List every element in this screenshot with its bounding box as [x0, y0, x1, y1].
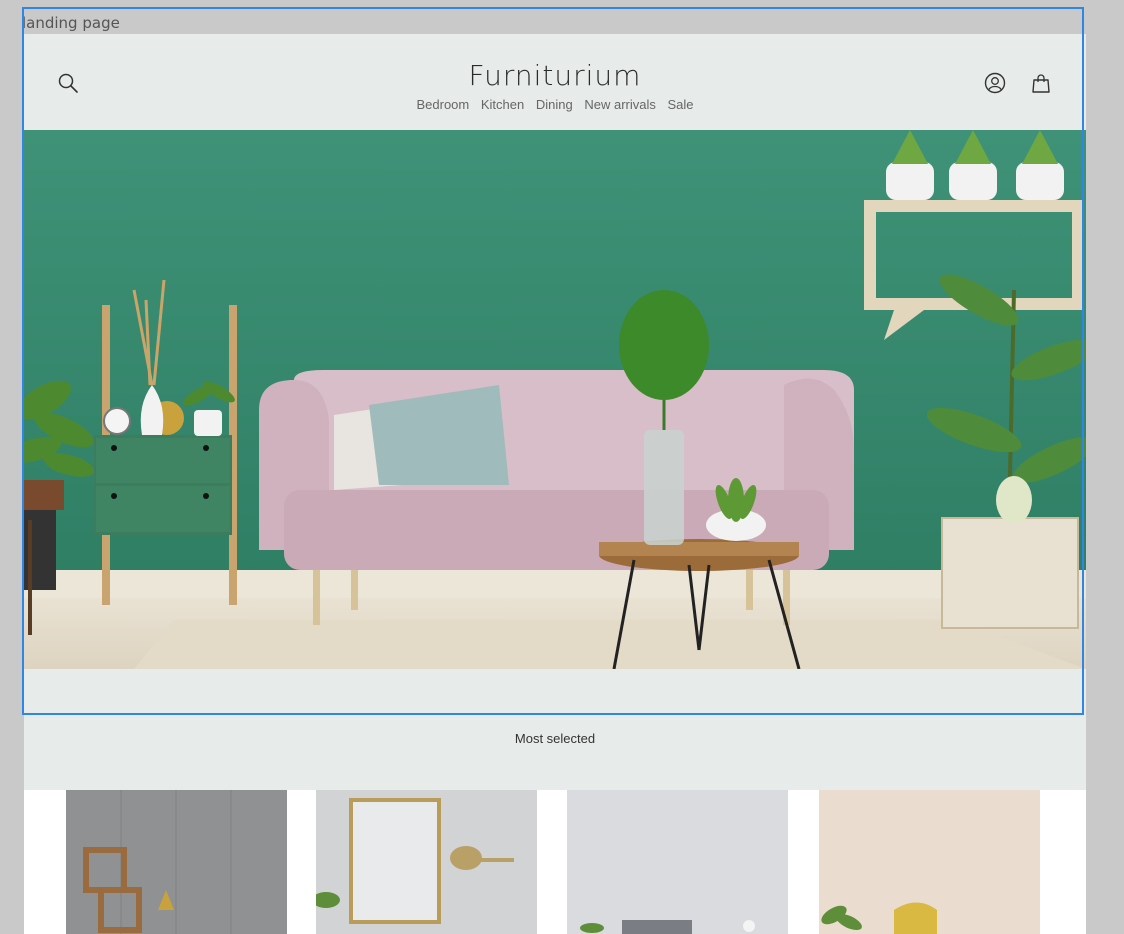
product-card[interactable] [819, 790, 1040, 934]
frame-label: landing page [22, 14, 120, 32]
nav-item-dining[interactable]: Dining [536, 97, 573, 112]
product-card[interactable] [66, 790, 287, 934]
nav-item-new-arrivals[interactable]: New arrivals [584, 97, 656, 112]
landing-page: Furniturium Bedroom Kitchen Dining New a… [24, 34, 1086, 934]
nav-item-bedroom[interactable]: Bedroom [416, 97, 469, 112]
hero-image [24, 130, 1086, 669]
nav-item-sale[interactable]: Sale [667, 97, 693, 112]
site-header: Furniturium Bedroom Kitchen Dining New a… [24, 34, 1086, 130]
main-nav: Bedroom Kitchen Dining New arrivals Sale [24, 97, 1086, 112]
product-grid [24, 790, 1086, 934]
brand-logo[interactable]: Furniturium [24, 59, 1086, 92]
nav-item-kitchen[interactable]: Kitchen [481, 97, 524, 112]
user-icon[interactable] [982, 70, 1008, 96]
most-selected-title: Most selected [514, 731, 596, 746]
product-card[interactable] [316, 790, 537, 934]
shopping-bag-icon[interactable] [1028, 70, 1054, 96]
product-card[interactable] [567, 790, 788, 934]
